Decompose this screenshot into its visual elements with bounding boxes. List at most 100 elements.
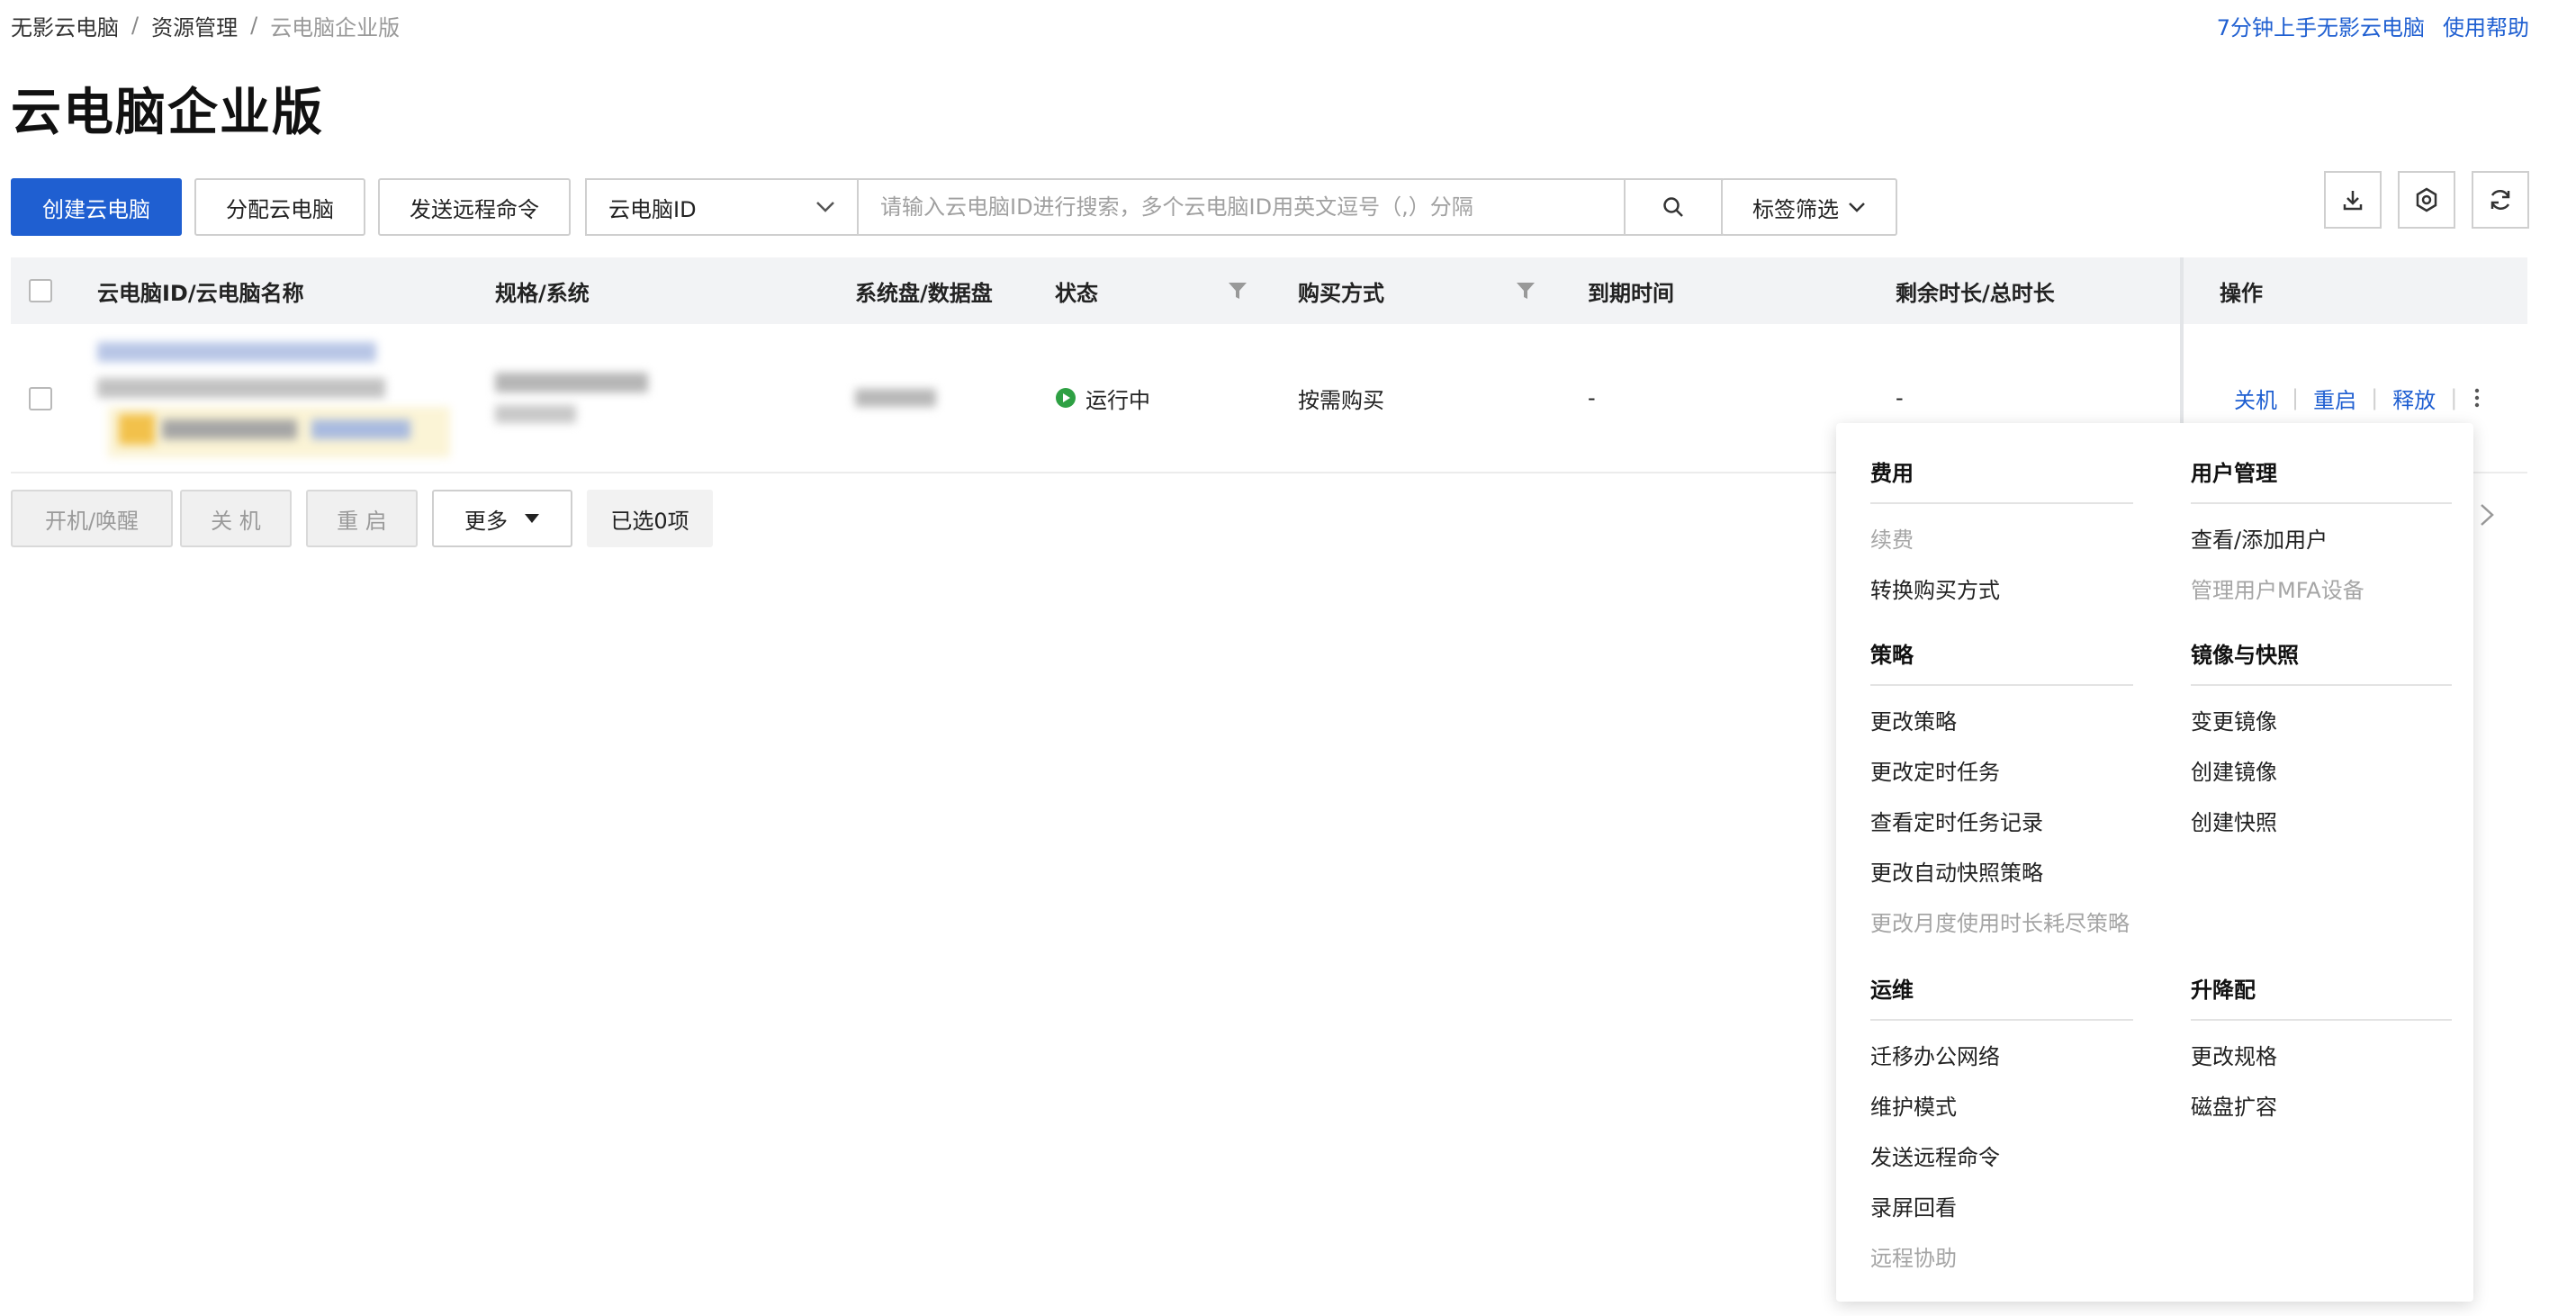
desktop-id-redacted [97, 342, 376, 362]
menu-item-view-add-user[interactable]: 查看/添加用户 [2191, 522, 2328, 554]
search-icon [1663, 197, 1683, 217]
menu-item-create-snapshot[interactable]: 创建快照 [2191, 805, 2277, 836]
bulk-restart-button[interactable]: 重 启 [306, 490, 418, 547]
menu-group-divider [1870, 1019, 2133, 1021]
menu-item-screen-recording[interactable]: 录屏回看 [1870, 1190, 1957, 1221]
breadcrumb-item-current: 云电脑企业版 [270, 14, 401, 41]
desktop-name-redacted [97, 378, 385, 398]
select-all-checkbox[interactable] [29, 279, 52, 302]
menu-group-divider [1870, 684, 2133, 686]
remaining-cell: - [1896, 385, 1904, 410]
menu-group-upgrade-title: 升降配 [2191, 978, 2256, 1003]
menu-group-policy-title: 策略 [1870, 643, 1914, 668]
status-cell: 运行中 [1055, 378, 1150, 418]
breadcrumb-item-home[interactable]: 无影云电脑 [11, 10, 119, 41]
settings-button[interactable] [2398, 171, 2455, 229]
send-remote-command-button[interactable]: 发送远程命令 [378, 178, 571, 236]
menu-item-create-image[interactable]: 创建镜像 [2191, 754, 2277, 786]
release-link[interactable]: 释放 [2392, 383, 2436, 414]
menu-item-convert-purchase[interactable]: 转换购买方式 [1870, 572, 2000, 604]
column-header-status: 状态 [1055, 280, 1098, 306]
settings-icon [2416, 187, 2437, 212]
column-header-purchase: 购买方式 [1298, 280, 1384, 306]
refresh-button[interactable] [2472, 171, 2529, 229]
search-field-select[interactable]: 云电脑ID [585, 178, 857, 236]
status-text: 运行中 [1085, 387, 1150, 413]
quick-start-link[interactable]: 7分钟上手无影云电脑 [2217, 10, 2425, 41]
menu-item-expand-disk[interactable]: 磁盘扩容 [2191, 1089, 2277, 1121]
refresh-icon [2490, 189, 2510, 211]
column-header-expire: 到期时间 [1588, 280, 1674, 306]
column-header-remaining: 剩余时长/总时长 [1896, 280, 2055, 306]
menu-item-change-monthly-policy[interactable]: 更改月度使用时长耗尽策略 [1870, 906, 2130, 937]
column-header-spec: 规格/系统 [495, 280, 590, 306]
download-icon [2343, 191, 2363, 211]
chevron-down-icon [816, 202, 834, 212]
menu-item-change-image[interactable]: 变更镜像 [2191, 704, 2277, 735]
menu-item-change-scheduled-task[interactable]: 更改定时任务 [1870, 754, 2000, 786]
tag-filter-button[interactable]: 标签筛选 [1721, 178, 1897, 236]
page-title: 云电脑企业版 [11, 84, 324, 142]
menu-item-view-task-records[interactable]: 查看定时任务记录 [1870, 805, 2043, 836]
tag-value-redacted [311, 419, 410, 439]
menu-group-divider [2191, 684, 2452, 686]
search-button[interactable] [1624, 178, 1723, 236]
spec-redacted [495, 373, 648, 392]
menu-group-divider [2191, 1019, 2452, 1021]
menu-group-divider [2191, 502, 2452, 504]
tag-key-redacted [162, 419, 297, 439]
create-desktop-button[interactable]: 创建云电脑 [11, 178, 182, 236]
menu-item-renew[interactable]: 续费 [1870, 522, 1914, 554]
menu-item-manage-mfa[interactable]: 管理用户MFA设备 [2191, 572, 2364, 604]
more-icon[interactable] [2472, 386, 2482, 410]
selected-count: 已选0项 [587, 490, 713, 547]
menu-group-ops-title: 运维 [1870, 978, 1914, 1003]
menu-item-remote-assist[interactable]: 远程协助 [1870, 1240, 1957, 1272]
action-separator: | [2450, 385, 2458, 410]
table-header: 云电脑ID/云电脑名称 规格/系统 系统盘/数据盘 状态 购买方式 到期时间 剩… [11, 257, 2527, 326]
search-input[interactable] [857, 178, 1626, 236]
purchase-cell: 按需购买 [1298, 387, 1384, 413]
filter-icon[interactable] [1516, 281, 1536, 301]
menu-item-migrate-network[interactable]: 迁移办公网络 [1870, 1039, 2000, 1070]
bulk-start-button[interactable]: 开机/唤醒 [11, 490, 173, 547]
shutdown-link[interactable]: 关机 [2234, 383, 2277, 414]
bulk-more-button[interactable]: 更多 [432, 490, 572, 547]
restart-link[interactable]: 重启 [2313, 383, 2356, 414]
menu-group-image-title: 镜像与快照 [2191, 643, 2299, 668]
column-header-id-name: 云电脑ID/云电脑名称 [97, 280, 304, 306]
breadcrumb-separator: / [250, 13, 258, 38]
action-separator: | [2371, 385, 2379, 410]
menu-item-maintenance-mode[interactable]: 维护模式 [1870, 1089, 1957, 1121]
menu-group-user-title: 用户管理 [2191, 461, 2277, 486]
row-checkbox[interactable] [29, 387, 52, 410]
more-actions-menu: 费用 续费 转换购买方式 策略 更改策略 更改定时任务 查看定时任务记录 更改自… [1836, 423, 2473, 1302]
expire-cell: - [1588, 385, 1596, 410]
menu-group-divider [1870, 502, 2133, 504]
breadcrumb: 无影云电脑 / 资源管理 / 云电脑企业版 [11, 10, 401, 41]
caret-down-icon [525, 514, 539, 523]
bulk-stop-button[interactable]: 关 机 [180, 490, 292, 547]
breadcrumb-separator: / [131, 13, 140, 38]
tag-filter-label: 标签筛选 [1752, 196, 1839, 222]
assign-desktop-button[interactable]: 分配云电脑 [194, 178, 365, 236]
tag-icon [119, 414, 155, 445]
help-link[interactable]: 使用帮助 [2443, 10, 2529, 41]
download-button[interactable] [2324, 171, 2382, 229]
chevron-down-icon [1849, 203, 1865, 212]
column-header-actions: 操作 [2220, 280, 2263, 306]
menu-group-fee-title: 费用 [1870, 461, 1914, 486]
menu-item-change-snapshot-policy[interactable]: 更改自动快照策略 [1870, 855, 2043, 887]
menu-item-send-remote-command[interactable]: 发送远程命令 [1870, 1140, 2000, 1171]
disk-redacted [855, 389, 936, 407]
filter-icon[interactable] [1228, 281, 1247, 301]
column-header-disk: 系统盘/数据盘 [855, 280, 993, 306]
menu-item-change-spec[interactable]: 更改规格 [2191, 1039, 2277, 1070]
help-links: 7分钟上手无影云电脑 使用帮助 [2217, 10, 2529, 41]
breadcrumb-item-resources[interactable]: 资源管理 [151, 10, 238, 41]
row-actions: 关机 | 重启 | 释放 | [2234, 378, 2482, 418]
bulk-more-label: 更多 [464, 508, 508, 534]
menu-item-change-policy[interactable]: 更改策略 [1870, 704, 1957, 735]
chevron-right-icon[interactable] [2479, 502, 2495, 535]
action-separator: | [2292, 385, 2300, 410]
